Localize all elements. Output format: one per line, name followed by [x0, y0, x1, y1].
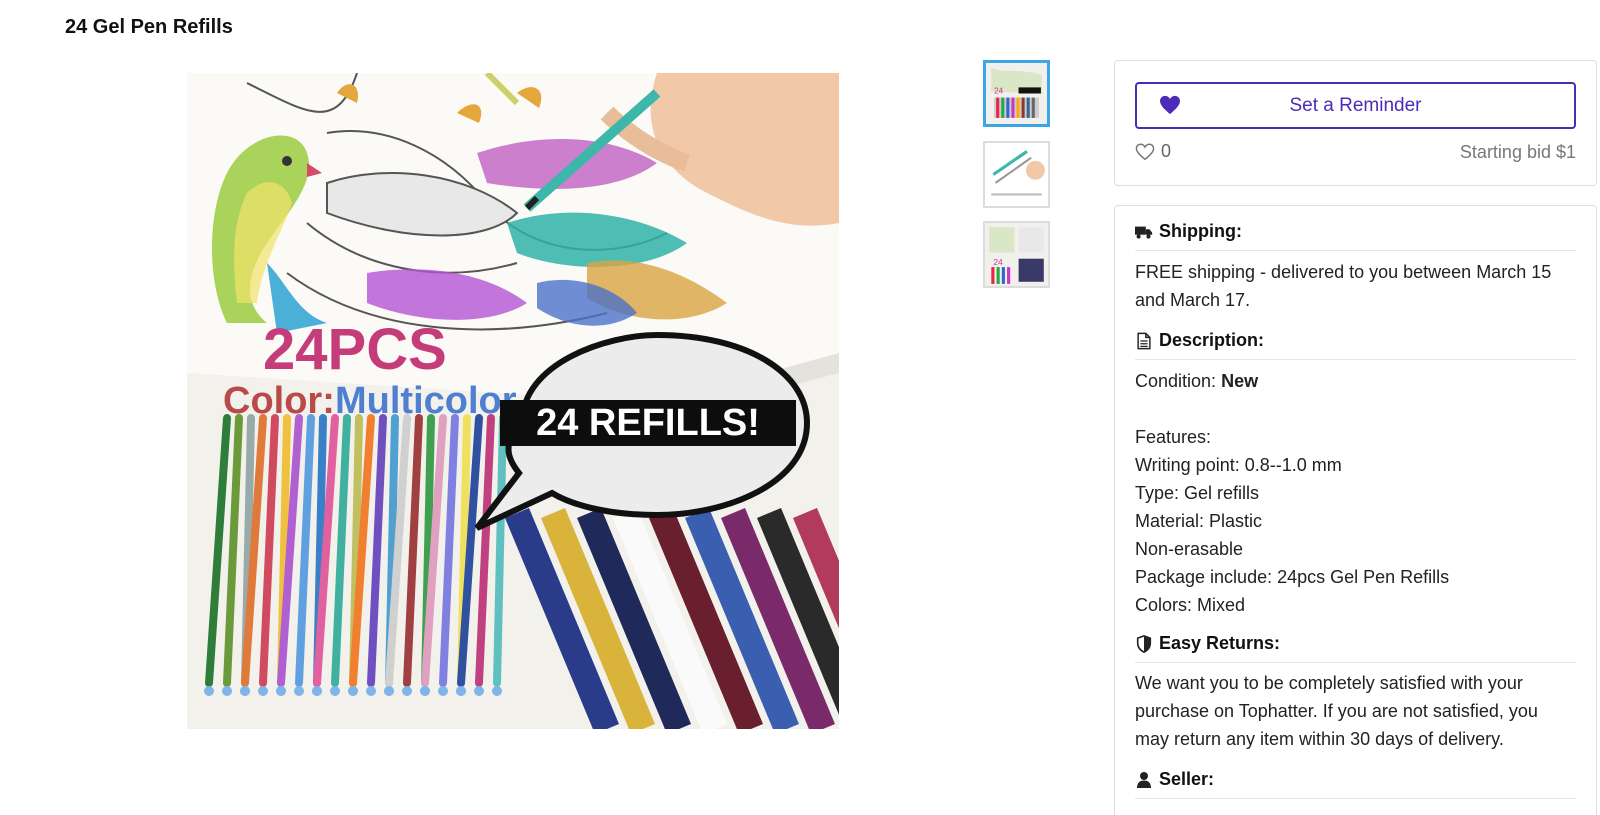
like-button[interactable]: 0	[1135, 141, 1171, 162]
image-count-text: 24PCS	[263, 317, 447, 382]
features-line: Material: Plastic	[1135, 511, 1263, 531]
returns-heading-label: Easy Returns:	[1159, 633, 1281, 653]
thumbnail-3[interactable]: 24	[983, 221, 1050, 288]
refill-tip	[258, 686, 268, 696]
condition-label: Condition:	[1135, 371, 1217, 391]
refill-tip	[420, 686, 430, 696]
truck-icon	[1135, 226, 1153, 239]
shipping-heading-label: Shipping:	[1159, 221, 1242, 241]
page-title: 24 Gel Pen Refills	[65, 16, 233, 38]
features-line: Non-erasable	[1135, 539, 1244, 559]
product-main-image[interactable]: 24PCS Color: Multicolor 24 REFILLS!	[187, 73, 839, 729]
svg-text:24: 24	[993, 257, 1003, 267]
shield-icon	[1136, 634, 1152, 653]
condition-value: New	[1221, 371, 1259, 391]
thumbnail-2[interactable]	[983, 141, 1050, 208]
like-count: 0	[1161, 141, 1172, 161]
refill-tip	[438, 686, 448, 696]
user-icon	[1137, 771, 1151, 788]
condition-line: Condition: New	[1135, 367, 1576, 395]
svg-text:24: 24	[994, 87, 1004, 96]
refill-tip	[312, 686, 322, 696]
features-line: Writing point: 0.8--1.0 mm	[1135, 455, 1342, 475]
features-line: Package include: 24pcs Gel Pen Refills	[1135, 567, 1450, 587]
details-panel: Shipping: FREE shipping - delivered to y…	[1114, 205, 1597, 815]
description-heading-label: Description:	[1159, 330, 1265, 350]
description-heading: Description:	[1135, 330, 1576, 360]
features-line: Colors: Mixed	[1135, 595, 1246, 615]
refill-tip	[294, 686, 304, 696]
shipping-text: FREE shipping - delivered to you between…	[1135, 262, 1552, 310]
starting-bid: Starting bid $1	[1459, 142, 1576, 162]
image-bubble-text: 24 REFILLS!	[536, 402, 760, 444]
seller-heading: Seller:	[1135, 769, 1576, 799]
set-reminder-button[interactable]: Set a Reminder	[1135, 82, 1576, 129]
refill-tip	[204, 686, 214, 696]
returns-heading: Easy Returns:	[1135, 633, 1576, 663]
shipping-heading: Shipping:	[1135, 221, 1576, 251]
heart-outline-icon	[1135, 142, 1155, 160]
refill-tip	[222, 686, 232, 696]
refill-tip	[402, 686, 412, 696]
refill-tip	[492, 686, 502, 696]
refill-tip	[474, 686, 484, 696]
refill-tip	[276, 686, 286, 696]
returns-text: We want you to be completely satisfied w…	[1135, 673, 1538, 749]
refill-tip	[384, 686, 394, 696]
refill-tip	[348, 686, 358, 696]
refill-tip	[240, 686, 250, 696]
seller-heading-label: Seller:	[1159, 769, 1215, 789]
set-reminder-label: Set a Reminder	[1289, 94, 1422, 116]
heart-icon	[1160, 95, 1180, 115]
thumbnail-1[interactable]: 24	[983, 60, 1050, 127]
features-line: Type: Gel refills	[1135, 483, 1260, 503]
features-line: Features:	[1135, 427, 1212, 447]
document-icon	[1137, 332, 1151, 349]
bid-panel: Set a Reminder 0 Starting bid $1	[1114, 60, 1597, 186]
refill-tip	[366, 686, 376, 696]
description-body: Condition: New Features: Writing point: …	[1135, 367, 1576, 619]
refill-tip	[456, 686, 466, 696]
refill-tip	[330, 686, 340, 696]
